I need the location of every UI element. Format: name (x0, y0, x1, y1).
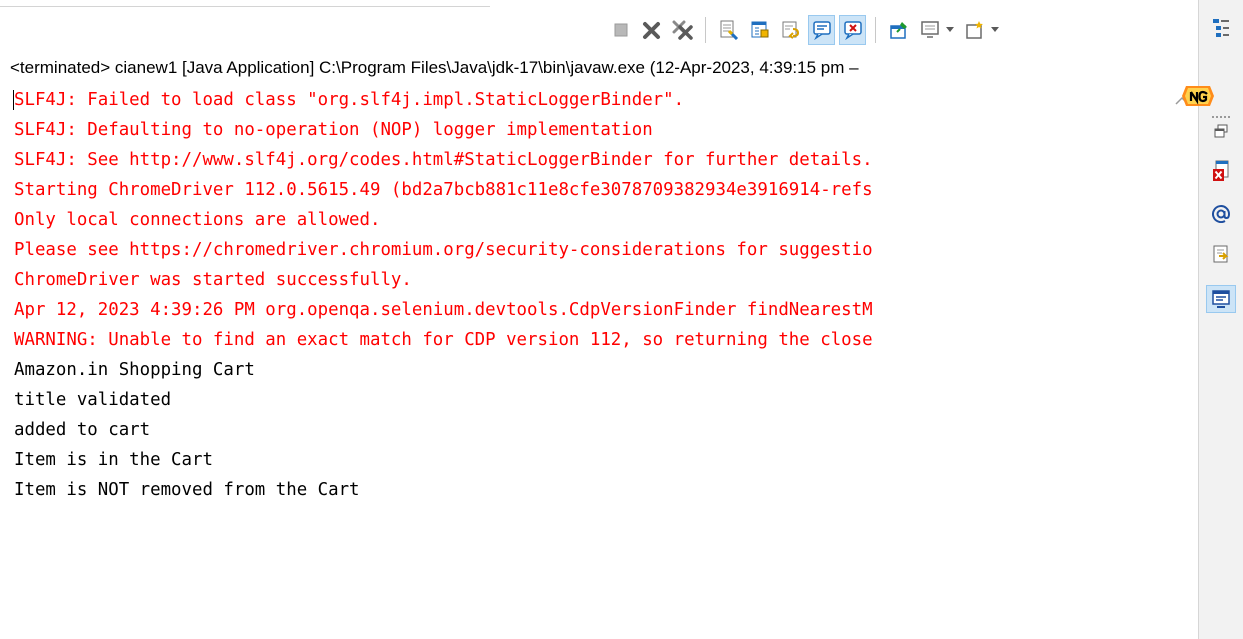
text-caret (13, 90, 14, 110)
console-view: <terminated> cianew1 [Java Application] … (0, 0, 1243, 639)
remove-launch-icon (642, 22, 660, 39)
console-line: title validated (14, 390, 172, 410)
restore-view-button[interactable] (1206, 117, 1236, 145)
open-console-icon (965, 21, 983, 39)
console-line: Please see https://chromedriver.chromium… (14, 240, 873, 260)
pin-console-button[interactable] (885, 15, 912, 45)
outline-view-icon (1213, 19, 1229, 37)
javadoc-view-button[interactable] (1206, 200, 1236, 228)
chevron-down-icon (946, 27, 954, 32)
console-line: Only local connections are allowed. (14, 210, 381, 230)
scroll-lock-icon (751, 21, 768, 38)
toolbar-separator (705, 17, 706, 43)
console-line: Item is in the Cart (14, 450, 213, 470)
vertical-scrollbar[interactable] (1168, 85, 1196, 639)
problems-view-button[interactable] (1206, 158, 1236, 186)
chevron-down-icon (991, 27, 999, 32)
console-line: WARNING: Unable to find an exact match f… (14, 330, 873, 350)
declaration-view-button[interactable] (1206, 240, 1236, 268)
console-line: ChromeDriver was started successfully. (14, 270, 412, 290)
terminate-icon (614, 23, 627, 37)
terminate-button[interactable] (607, 15, 634, 45)
pin-console-icon (889, 22, 907, 39)
clear-console-icon (720, 20, 738, 40)
problems-view-icon (1213, 160, 1229, 181)
console-line: SLF4J: See http://www.slf4j.org/codes.ht… (14, 150, 873, 170)
outline-view-button[interactable] (1206, 14, 1236, 42)
console-line: SLF4J: Defaulting to no-operation (NOP) … (14, 120, 653, 140)
toolbar-separator (875, 17, 876, 43)
console-line: Amazon.in Shopping Cart (14, 360, 255, 380)
console-line: Apr 12, 2023 4:39:26 PM org.openqa.selen… (14, 300, 873, 320)
scroll-lock-button[interactable] (746, 15, 773, 45)
testng-icon (1182, 86, 1214, 106)
console-output[interactable]: SLF4J: Failed to load class "org.slf4j.i… (0, 85, 1160, 639)
show-on-stderr-button[interactable] (839, 15, 866, 45)
console-view-button[interactable] (1206, 285, 1236, 313)
show-on-stdout-icon (812, 21, 831, 40)
console-line: added to cart (14, 420, 151, 440)
remove-all-terminated-button[interactable] (669, 15, 696, 45)
restore-view-icon (1214, 124, 1228, 138)
display-console-icon (920, 21, 939, 38)
tab-divider (0, 6, 490, 7)
display-console-dropdown[interactable] (945, 15, 955, 45)
remove-all-terminated-icon (672, 20, 693, 40)
show-on-stderr-icon (843, 21, 862, 40)
javadoc-view-icon (1212, 205, 1230, 223)
remove-launch-button[interactable] (638, 15, 665, 45)
process-label: <terminated> cianew1 [Java Application] … (10, 58, 859, 77)
console-line: Item is NOT removed from the Cart (14, 480, 360, 500)
declaration-view-icon (1213, 245, 1229, 263)
clear-console-button[interactable] (715, 15, 742, 45)
open-console-button[interactable] (961, 15, 988, 45)
word-wrap-button[interactable] (777, 15, 804, 45)
scrollbar-track[interactable] (1176, 125, 1188, 635)
console-line: Starting ChromeDriver 112.0.5615.49 (bd2… (14, 180, 873, 200)
open-console-dropdown[interactable] (990, 15, 1000, 45)
show-on-stdout-button[interactable] (808, 15, 835, 45)
display-console-button[interactable] (916, 15, 943, 45)
console-view-icon (1212, 290, 1230, 308)
console-toolbar (607, 10, 1006, 50)
console-line: SLF4J: Failed to load class "org.slf4j.i… (14, 90, 685, 110)
word-wrap-icon (782, 21, 799, 39)
